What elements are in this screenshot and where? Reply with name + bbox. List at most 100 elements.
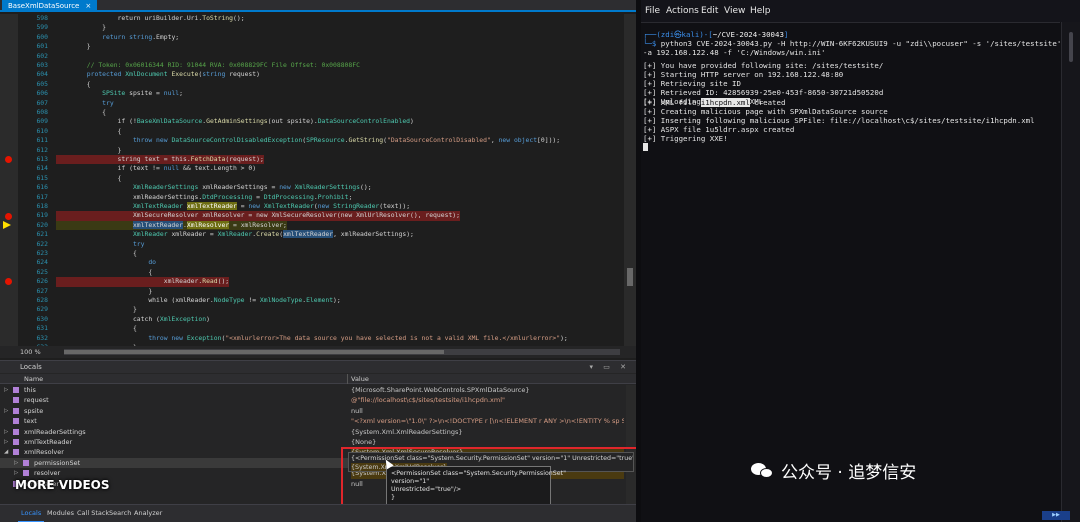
editor-horizontal-scrollbar[interactable] xyxy=(64,349,620,355)
editor-vertical-scrollbar[interactable] xyxy=(624,14,636,346)
code-token: XmlException xyxy=(159,314,207,323)
variable-icon xyxy=(13,428,19,435)
code-line[interactable]: 607 try xyxy=(0,99,622,108)
code-line[interactable]: 611 throw new DataSourceControlDisabledE… xyxy=(0,136,622,145)
code-line[interactable]: 623 { xyxy=(0,249,622,258)
code-line[interactable]: 632 throw new Exception("<xmlurlerror>Th… xyxy=(0,334,622,343)
output-line: [+] Starting HTTP server on 192.168.122.… xyxy=(643,70,844,80)
expand-arrow-icon[interactable]: ▷ xyxy=(4,427,10,437)
code-line[interactable]: 608 { xyxy=(0,108,622,117)
breakpoint-icon[interactable] xyxy=(5,278,12,286)
scrollbar-thumb[interactable] xyxy=(64,350,444,354)
locals-column-header: Name Value xyxy=(0,374,636,384)
code-line[interactable]: 602 xyxy=(0,52,622,61)
breakpoint-icon[interactable] xyxy=(5,212,12,220)
line-number: 613 xyxy=(36,155,48,163)
menu-actions[interactable]: Actions xyxy=(666,5,699,17)
terminal-window[interactable]: File Actions Edit View Help ┌──(zdi㉿kali… xyxy=(641,0,1080,522)
zoom-level[interactable]: 100 % xyxy=(20,346,41,358)
menu-edit[interactable]: Edit xyxy=(701,5,718,17)
output-line: [+] Triggering XXE! xyxy=(643,134,728,144)
code-line[interactable]: 616 XmlReaderSettings xmlReaderSettings … xyxy=(0,183,622,192)
tab-basexmldatasource[interactable]: BaseXmlDataSource × xyxy=(2,0,98,12)
tab-modules[interactable]: Modules xyxy=(44,505,77,521)
menu-view[interactable]: View xyxy=(724,5,745,17)
variable-icon xyxy=(13,407,19,414)
code-text: if (!BaseXmlDataSource.GetAdminSettings(… xyxy=(56,117,414,126)
scrollbar-thumb[interactable] xyxy=(1069,32,1073,62)
code-line[interactable]: 617 xmlReaderSettings.DtdProcessing = Dt… xyxy=(0,193,622,202)
variable-value[interactable]: {Microsoft.SharePoint.WebControls.SPXmlD… xyxy=(351,385,624,395)
code-line[interactable]: 622 try xyxy=(0,240,622,249)
code-line[interactable]: 600 return string.Empty; xyxy=(0,33,622,42)
terminal-scrollbar[interactable] xyxy=(1061,22,1080,522)
line-number: 616 xyxy=(36,183,48,192)
code-line[interactable]: 631 { xyxy=(0,324,622,333)
column-name-header[interactable]: Name xyxy=(24,374,43,384)
code-line[interactable]: 618 XmlTextReader xmlTextReader = new Xm… xyxy=(0,202,622,211)
variable-value[interactable]: "<?xml version=\"1.0\" ?>\n<!DOCTYPE r [… xyxy=(351,416,624,426)
variable-value[interactable]: {System.Xml.XmlReaderSettings} xyxy=(351,427,624,437)
code-line[interactable]: 598 return uriBuilder.Uri.ToString(); xyxy=(0,14,622,23)
code-line[interactable]: 625 { xyxy=(0,268,622,277)
code-line[interactable]: 630 catch (XmlException) xyxy=(0,315,622,324)
code-line[interactable]: 609 if (!BaseXmlDataSource.GetAdminSetti… xyxy=(0,117,622,126)
tab-locals[interactable]: Locals xyxy=(18,505,45,522)
tab-analyzer[interactable]: Analyzer xyxy=(131,505,165,521)
locals-row[interactable]: ▷ spsite null xyxy=(0,406,624,416)
code-line[interactable]: 606 SPSite spsite = null; xyxy=(0,89,622,98)
code-line[interactable]: 599 } xyxy=(0,23,622,32)
code-line[interactable]: 613 string text = this.FetchData(request… xyxy=(0,155,622,165)
terminal-menubar: File Actions Edit View Help xyxy=(641,0,1080,22)
code-line[interactable]: 610 { xyxy=(0,127,622,136)
locals-row[interactable]: ▷ this {Microsoft.SharePoint.WebControls.S… xyxy=(0,385,624,395)
code-line[interactable]: 628 while (xmlReader.NodeType != XmlNode… xyxy=(0,296,622,305)
close-icon[interactable]: × xyxy=(85,2,91,10)
code-line[interactable]: 624 do xyxy=(0,258,622,267)
locals-vertical-scrollbar[interactable] xyxy=(626,385,636,505)
breakpoint-icon[interactable] xyxy=(5,156,12,164)
code-line[interactable]: 603 // Token: 0x06016344 RID: 91044 RVA:… xyxy=(0,61,622,70)
line-number: 631 xyxy=(36,324,48,333)
expand-arrow-icon[interactable]: ◢ xyxy=(4,447,10,457)
code-token: new object xyxy=(498,136,538,145)
variable-value[interactable]: null xyxy=(351,406,624,416)
code-line[interactable]: 604 protected XmlDocument Execute(string… xyxy=(0,70,622,79)
locals-row[interactable]: ▷ xmlTextReader {None} xyxy=(0,437,624,447)
menu-file[interactable]: File xyxy=(645,5,660,17)
expand-arrow-icon[interactable]: ▷ xyxy=(14,458,20,468)
code-line[interactable]: 629 } xyxy=(0,305,622,314)
column-value-header[interactable]: Value xyxy=(351,374,369,384)
tooltip-line: <PermissionSet class="System.Security.Pe… xyxy=(391,470,567,477)
code-line[interactable]: 626 xmlReader.Read(); xyxy=(0,277,622,287)
code-line[interactable]: 612 } xyxy=(0,146,622,155)
variable-value[interactable]: {None} xyxy=(351,437,624,447)
code-line[interactable]: 619 XmlSecureResolver xmlResolver = new … xyxy=(0,211,622,221)
terminal-output[interactable]: ┌──(zdi㉿kali)-[~/CVE-2024-30043] └─$ pyt… xyxy=(641,26,1061,466)
line-number: 609 xyxy=(36,117,48,126)
locals-row[interactable]: text "<?xml version=\"1.0\" ?>\n<!DOCTYPE… xyxy=(0,416,624,426)
panel-title: Locals xyxy=(20,363,42,371)
expand-arrow-icon[interactable]: ▷ xyxy=(4,437,10,447)
variable-value[interactable]: @"file://localhost\c$/sites/testsite/i1h… xyxy=(351,395,624,405)
code-line[interactable]: 605 { xyxy=(0,80,622,89)
code-token: DtdProcessing xyxy=(202,192,253,201)
menu-help[interactable]: Help xyxy=(750,5,771,17)
code-line[interactable]: 601 } xyxy=(0,42,622,51)
variable-name: text xyxy=(24,417,37,426)
panel-controls-icon[interactable]: ▾ ▭ ✕ xyxy=(590,361,630,373)
code-line[interactable]: 614 if (text != null && text.Length > 0) xyxy=(0,164,622,173)
more-videos-overlay[interactable]: MORE VIDEOS xyxy=(15,478,110,492)
code-editor[interactable]: 598 return uriBuilder.Uri.ToString(); 599… xyxy=(0,14,636,346)
locals-row[interactable]: request @"file://localhost\c$/sites/tests… xyxy=(0,395,624,405)
expand-arrow-icon[interactable]: ▷ xyxy=(4,406,10,416)
expand-arrow-icon[interactable]: ▷ xyxy=(4,385,10,395)
scrollbar-thumb[interactable] xyxy=(627,268,633,286)
column-divider[interactable] xyxy=(347,374,348,384)
code-line[interactable]: 627 } xyxy=(0,287,622,296)
code-line[interactable]: 615 { xyxy=(0,174,622,183)
locals-row[interactable]: ▷ xmlReaderSettings {System.Xml.XmlReaderS… xyxy=(0,427,624,437)
code-line[interactable]: 621 XmlReader xmlReader = XmlReader.Crea… xyxy=(0,230,622,239)
line-number: 620 xyxy=(36,220,48,229)
code-line[interactable]: 620 xmlTextReader.XmlResolver = xmlResol… xyxy=(0,220,622,231)
